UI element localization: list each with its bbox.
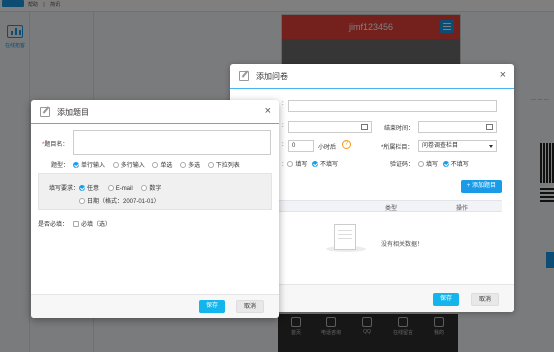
- radio-icon: [180, 162, 187, 168]
- captcha-no-fill-radio[interactable]: [442, 161, 449, 167]
- add-question-button[interactable]: + 添加题目: [460, 180, 502, 193]
- no-fill-option-label: 不填写: [320, 162, 339, 168]
- chevron-down-icon: [489, 145, 493, 148]
- dialog-header: 添加题目 ×: [31, 100, 279, 124]
- help-icon[interactable]: ?: [342, 140, 351, 149]
- no-fill-radio[interactable]: [312, 161, 319, 167]
- end-time-label: 结束时间：: [384, 126, 415, 132]
- radio-icon: [79, 185, 85, 191]
- cancel-button[interactable]: 取消: [471, 293, 500, 306]
- dialog-header: 添加问卷 ×: [230, 64, 514, 89]
- edit-icon: [239, 71, 249, 81]
- fill-option-label: 填写: [295, 162, 308, 168]
- fill-requirement-panel: 填写要求： 任意 E-mail 数字 日期（格式：2007-01-01）: [38, 173, 272, 210]
- radio-icon: [152, 162, 159, 168]
- empty-data-illustration: [326, 222, 366, 254]
- captcha-fill-radio[interactable]: [418, 161, 424, 167]
- table-header-type: 类型: [385, 206, 398, 212]
- type-option-single-choice[interactable]: 单选: [152, 162, 172, 169]
- type-option-multi-line[interactable]: 多行输入: [112, 162, 145, 169]
- colon-label: :: [282, 123, 284, 129]
- title-field[interactable]: [288, 100, 497, 112]
- dialog-title: 添加题目: [57, 108, 89, 117]
- required-label: 是否必填：: [38, 222, 69, 228]
- radio-icon: [79, 198, 85, 204]
- colon-label: :: [282, 101, 284, 107]
- colon-label: :: [282, 142, 284, 148]
- empty-text: 没有相关数据！: [381, 242, 424, 248]
- dialog-title: 添加问卷: [256, 72, 288, 81]
- close-icon[interactable]: ×: [265, 105, 271, 117]
- add-question-dialog: 添加题目 × *题目名： 题型： 单行输入 多行输入 单选 多选 下拉列表 填写…: [31, 100, 279, 318]
- fill-option-email[interactable]: E-mail: [107, 185, 133, 192]
- calendar-icon[interactable]: [361, 124, 368, 130]
- column-label: *所属栏目：: [381, 145, 414, 151]
- fill-radio-group: : 填写 不填写: [282, 161, 339, 168]
- fill-option-number[interactable]: 数字: [141, 185, 161, 192]
- captcha-fill-label: 填写: [426, 162, 439, 168]
- radio-icon: [141, 185, 148, 191]
- required-checkbox[interactable]: 必填（选）: [73, 219, 111, 228]
- question-name-field[interactable]: [73, 130, 271, 155]
- fill-requirement-label: 填写要求：: [49, 186, 80, 192]
- question-name-label: *题目名：: [42, 142, 69, 148]
- radio-icon: [107, 185, 114, 191]
- calendar-icon[interactable]: [486, 124, 493, 130]
- radio-icon: [112, 162, 119, 168]
- dialog-footer: 保存 取消: [31, 294, 279, 318]
- radio-icon: [207, 162, 214, 168]
- radio-icon: [73, 162, 79, 168]
- close-icon[interactable]: ×: [500, 69, 506, 81]
- save-button[interactable]: 保存: [433, 293, 460, 306]
- type-option-dropdown[interactable]: 下拉列表: [207, 162, 240, 169]
- fill-option-any[interactable]: 任意: [79, 185, 99, 192]
- duration-unit: 小时后: [318, 145, 337, 151]
- cancel-button[interactable]: 取消: [236, 300, 265, 313]
- type-option-multi-choice[interactable]: 多选: [180, 162, 200, 169]
- start-time-field[interactable]: [288, 121, 372, 133]
- captcha-no-fill-label: 不填写: [450, 162, 469, 168]
- captcha-radio-group: 填写 不填写: [418, 159, 469, 168]
- fill-option-date[interactable]: 日期（格式：2007-01-01）: [79, 196, 160, 205]
- duration-field[interactable]: 0: [288, 140, 314, 152]
- column-select[interactable]: 问卷调查栏目: [418, 140, 497, 152]
- end-time-field[interactable]: [418, 121, 497, 133]
- fill-requirement-radio-group: 任意 E-mail 数字: [79, 183, 168, 192]
- fill-radio[interactable]: [287, 161, 294, 167]
- edit-icon: [40, 107, 50, 117]
- save-button[interactable]: 保存: [199, 300, 226, 313]
- table-header-action: 操作: [456, 206, 469, 212]
- captcha-label: 验证码：: [390, 162, 415, 168]
- type-option-single-line[interactable]: 单行输入: [73, 162, 105, 169]
- checkbox-icon: [73, 221, 79, 227]
- question-type-label: 题型：: [51, 163, 70, 169]
- question-type-radio-group: 单行输入 多行输入 单选 多选 下拉列表: [73, 160, 246, 169]
